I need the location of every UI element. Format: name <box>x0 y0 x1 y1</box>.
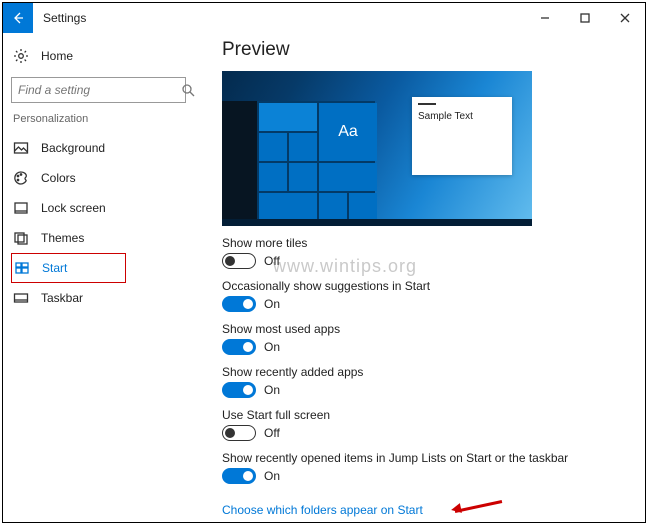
lockscreen-icon <box>13 200 29 216</box>
search-icon <box>181 83 195 97</box>
sidebar-item-label: Lock screen <box>41 201 106 215</box>
sidebar-item-taskbar[interactable]: Taskbar <box>11 283 186 313</box>
preview-sample-window: Sample Text <box>412 97 512 175</box>
sidebar-item-label: Background <box>41 141 105 155</box>
toggle-most-used[interactable] <box>222 339 256 355</box>
preview-tile <box>259 163 287 191</box>
toggle-state-text: Off <box>264 426 280 440</box>
sidebar-item-start[interactable]: Start <box>11 253 126 283</box>
sidebar-item-lockscreen[interactable]: Lock screen <box>11 193 186 223</box>
themes-icon <box>13 230 29 246</box>
preview-taskbar <box>222 219 532 226</box>
sidebar-item-label: Themes <box>41 231 84 245</box>
search-input[interactable] <box>12 83 181 97</box>
setting-jump-lists: Show recently opened items in Jump Lists… <box>222 451 629 484</box>
palette-icon <box>13 170 29 186</box>
toggle-show-more-tiles[interactable] <box>222 253 256 269</box>
setting-show-more-tiles: Show more tiles Off <box>222 236 629 269</box>
start-icon <box>14 260 30 276</box>
preview-tiles: Aa <box>257 101 375 219</box>
sidebar-item-themes[interactable]: Themes <box>11 223 186 253</box>
minimize-button[interactable] <box>525 3 565 33</box>
preview-tile <box>319 193 347 221</box>
preview-tile <box>319 163 377 191</box>
setting-full-screen: Use Start full screen Off <box>222 408 629 441</box>
maximize-button[interactable] <box>565 3 605 33</box>
sidebar-home[interactable]: Home <box>11 41 186 71</box>
search-input-container[interactable] <box>11 77 186 103</box>
sidebar-item-label: Colors <box>41 171 76 185</box>
window-controls <box>525 3 645 33</box>
preview-tile <box>289 163 317 191</box>
toggle-full-screen[interactable] <box>222 425 256 441</box>
folders-link-row: Choose which folders appear on Start <box>222 500 629 520</box>
close-button[interactable] <box>605 3 645 33</box>
main-panel: Preview Aa Sample Text <box>194 33 645 522</box>
toggle-suggestions[interactable] <box>222 296 256 312</box>
setting-label: Show recently opened items in Jump Lists… <box>222 451 629 465</box>
toggle-state-text: On <box>264 297 280 311</box>
toggle-jump-lists[interactable] <box>222 468 256 484</box>
setting-label: Occasionally show suggestions in Start <box>222 279 629 293</box>
setting-label: Use Start full screen <box>222 408 629 422</box>
window-title: Settings <box>43 11 86 25</box>
toggle-state-text: On <box>264 383 280 397</box>
page-title: Preview <box>222 39 629 61</box>
preview-start-column <box>222 101 257 219</box>
preview-tile <box>259 193 317 221</box>
sidebar-home-label: Home <box>41 49 73 63</box>
preview-tile <box>349 193 377 221</box>
titlebar-left: Settings <box>3 3 86 33</box>
settings-window: Settings Home <box>2 2 646 523</box>
sidebar: Home Personalization Background <box>3 33 194 522</box>
sidebar-section-label: Personalization <box>13 113 186 125</box>
preview-aa-tile: Aa <box>319 103 377 161</box>
toggle-recently-added[interactable] <box>222 382 256 398</box>
toggle-state-text: On <box>264 340 280 354</box>
gear-icon <box>13 48 29 64</box>
sidebar-item-background[interactable]: Background <box>11 133 186 163</box>
choose-folders-link[interactable]: Choose which folders appear on Start <box>222 503 423 517</box>
toggle-state-text: Off <box>264 254 280 268</box>
setting-label: Show more tiles <box>222 236 629 250</box>
setting-most-used: Show most used apps On <box>222 322 629 355</box>
start-preview: Aa Sample Text <box>222 71 532 226</box>
toggle-state-text: On <box>264 469 280 483</box>
preview-tile <box>259 103 317 131</box>
setting-label: Show recently added apps <box>222 365 629 379</box>
sidebar-item-label: Start <box>42 261 67 275</box>
setting-suggestions: Occasionally show suggestions in Start O… <box>222 279 629 312</box>
back-button[interactable] <box>3 3 33 33</box>
preview-tile <box>289 133 317 161</box>
picture-icon <box>13 140 29 156</box>
sidebar-item-colors[interactable]: Colors <box>11 163 186 193</box>
annotation-arrow <box>453 500 503 520</box>
sidebar-item-label: Taskbar <box>41 291 83 305</box>
titlebar: Settings <box>3 3 645 33</box>
preview-note-bar <box>418 103 436 105</box>
content-area: Home Personalization Background <box>3 33 645 522</box>
preview-sample-text: Sample Text <box>418 111 506 122</box>
setting-recently-added: Show recently added apps On <box>222 365 629 398</box>
preview-tile <box>259 133 287 161</box>
setting-label: Show most used apps <box>222 322 629 336</box>
taskbar-icon <box>13 290 29 306</box>
